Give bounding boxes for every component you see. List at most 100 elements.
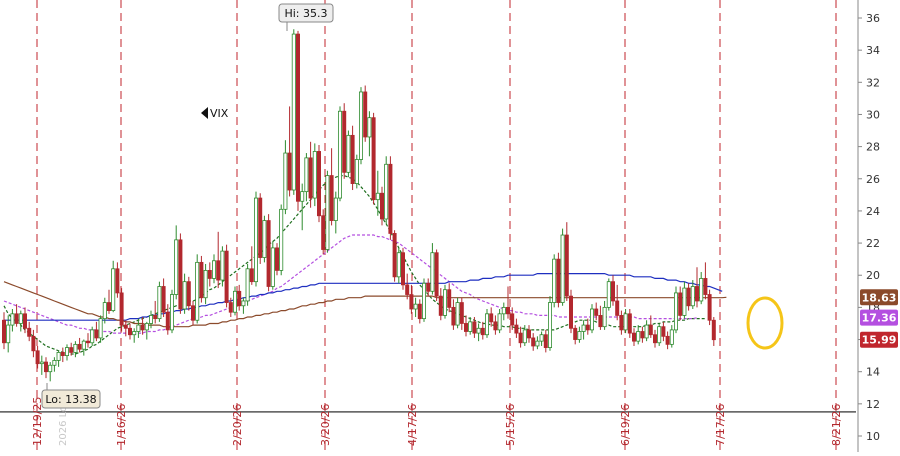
candle-body: [426, 282, 431, 292]
candle-body: [245, 268, 250, 302]
candle-body: [615, 300, 620, 316]
candle-body: [304, 157, 309, 193]
vix-chart[interactable]: 1012141618202224262830323436 12/19/251/1…: [0, 0, 900, 452]
candle-body: [337, 110, 342, 199]
y-tick-label: 10: [866, 430, 880, 443]
y-tick-label: 36: [866, 12, 880, 25]
date-label: 5/15/26: [504, 404, 517, 446]
date-label: 2/20/26: [231, 404, 244, 446]
y-tick-label: 12: [866, 398, 880, 411]
date-label: 6/19/26: [619, 404, 632, 446]
candle-body: [220, 250, 225, 281]
candle-body: [623, 313, 628, 331]
candle-body: [451, 306, 456, 326]
candle-body: [312, 151, 317, 199]
candle-body: [178, 239, 183, 310]
candle-body: [653, 334, 658, 344]
candle-body: [573, 327, 578, 340]
y-tick-label: 22: [866, 237, 880, 250]
candle-body: [577, 331, 582, 340]
candle-body: [102, 302, 107, 320]
candle-body: [224, 250, 229, 303]
date-label: 4/17/26: [406, 404, 419, 446]
candle-body: [657, 326, 662, 344]
candle-body: [384, 163, 389, 220]
candle-body: [279, 208, 284, 271]
candle-body: [161, 286, 166, 313]
candle-body: [695, 286, 700, 302]
candle-body: [632, 332, 637, 342]
candle-body: [258, 197, 263, 258]
annotations: VIX Hi: 35.3 Lo: 13.38: [41, 3, 784, 409]
candle-body: [606, 281, 611, 308]
candle-body: [585, 324, 590, 331]
candle-body: [203, 270, 208, 299]
candle-body: [308, 157, 313, 199]
y-tick-label: 26: [866, 173, 880, 186]
high-callout-label: Hi: 35.3: [284, 7, 327, 20]
y-tick-label: 20: [866, 269, 880, 282]
candle-body: [367, 117, 372, 138]
candle-body: [321, 215, 326, 250]
candle-body: [438, 295, 443, 316]
candle-body: [86, 340, 91, 344]
candle-body: [81, 340, 86, 350]
candle-body: [463, 323, 468, 332]
y-tick-label: 30: [866, 108, 880, 121]
candle-body: [636, 331, 641, 342]
date-label: 1/16/26: [115, 404, 128, 446]
candle-body: [363, 91, 368, 138]
candle-body: [316, 151, 321, 217]
candle-body: [682, 287, 687, 316]
candle-body: [522, 329, 527, 344]
candle-body: [379, 192, 384, 220]
candle-body: [18, 313, 23, 324]
candle-body: [459, 302, 464, 324]
candle-body: [472, 321, 477, 334]
candle-body: [514, 324, 519, 334]
candle-body: [648, 324, 653, 336]
candle-body: [56, 351, 61, 361]
candle-body: [531, 337, 536, 347]
candle-body: [619, 315, 624, 331]
candle-body: [518, 332, 523, 344]
candle-body: [661, 326, 666, 337]
x-axis-date-labels: 12/19/25 1/16/26 2/20/26 3/20/26 4/17/26 5/15…: [31, 397, 843, 446]
candle-body: [44, 361, 49, 373]
candle-body: [497, 313, 502, 331]
candle-body: [358, 91, 363, 160]
candle-body: [409, 294, 414, 310]
candle-body: [678, 292, 683, 316]
price-badge-label: 17.36: [862, 312, 897, 325]
candle-body: [354, 159, 359, 184]
candle-body: [60, 351, 65, 357]
candle-body: [241, 300, 246, 307]
candle-body: [253, 197, 258, 283]
candle-body: [2, 319, 7, 344]
candle-body: [73, 343, 78, 353]
candle-body: [480, 327, 485, 336]
highlight-ring: [746, 296, 784, 350]
y-tick-label: 32: [866, 76, 880, 89]
candle-body: [484, 313, 489, 336]
date-label: 7/17/26: [714, 404, 727, 446]
candlesticks: [2, 29, 716, 382]
price-badge-label: 18.63: [862, 291, 897, 304]
candle-body: [98, 318, 103, 339]
candle-body: [169, 294, 174, 331]
candle-body: [39, 361, 44, 365]
candle-body: [590, 308, 595, 331]
chart-canvas[interactable]: 1012141618202224262830323436 12/19/251/1…: [0, 0, 900, 452]
candle-body: [295, 33, 300, 202]
candle-body: [237, 290, 242, 307]
candle-body: [430, 252, 435, 292]
candle-body: [627, 313, 632, 334]
candle-body: [266, 220, 271, 287]
candle-body: [22, 313, 27, 329]
candle-body: [548, 302, 553, 348]
candle-body: [186, 281, 191, 307]
candle-body: [417, 303, 422, 320]
candle-body: [232, 290, 237, 313]
candle-body: [90, 329, 95, 344]
candle-body: [569, 295, 574, 329]
